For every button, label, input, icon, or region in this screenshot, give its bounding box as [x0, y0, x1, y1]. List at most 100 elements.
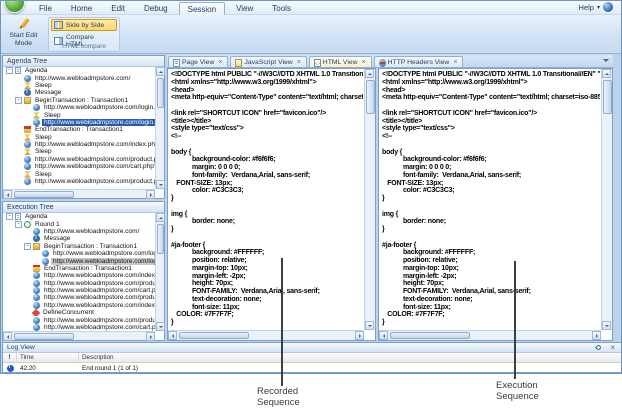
agenda-tree[interactable]: -Agendahttp://www.webloadmpstore.com/Sle…	[3, 67, 155, 189]
tree-item[interactable]: -Agenda	[3, 213, 155, 220]
tree-item[interactable]: http://www.webloadmpstore.com/cart.php	[3, 324, 155, 331]
tab-page-view[interactable]: Page View ×	[168, 56, 228, 67]
scroll-down-icon[interactable]	[156, 180, 165, 189]
tree-item[interactable]: -BeginTransaction : Transaction1	[3, 97, 155, 104]
tree-item[interactable]: -Agenda	[3, 67, 155, 74]
vertical-scrollbar[interactable]	[601, 69, 612, 330]
collapse-icon[interactable]: -	[6, 213, 13, 220]
execution-tree[interactable]: -Agenda-Round 1http://www.webloadmpstore…	[3, 213, 155, 331]
scrollbar-thumb[interactable]	[157, 224, 164, 254]
tree-item[interactable]: Sleep	[3, 134, 155, 141]
horizontal-scrollbar[interactable]	[3, 331, 155, 340]
help-icon[interactable]	[603, 2, 613, 12]
horizontal-scrollbar[interactable]	[168, 330, 364, 340]
scrollbar-thumb[interactable]	[14, 333, 74, 340]
tree-item[interactable]: Message	[3, 235, 155, 242]
execution-html-pane[interactable]: <!DOCTYPE html PUBLIC "-//W3C//DTD XHTML…	[378, 68, 613, 341]
tree-item[interactable]: http://www.webloadmpstore.com/login.p	[3, 250, 155, 257]
collapse-icon[interactable]: -	[6, 67, 13, 74]
tree-item[interactable]: http://www.webloadmpstore.com/cart.php?e…	[3, 163, 155, 170]
scroll-left-icon[interactable]	[168, 331, 177, 340]
horizontal-scrollbar[interactable]	[3, 189, 155, 198]
tree-item[interactable]: Sleep	[3, 111, 155, 118]
menu-tab-file[interactable]: File	[31, 2, 60, 15]
tree-item[interactable]: EndTransaction : Transaction1	[3, 265, 155, 272]
tree-item[interactable]: Message	[3, 89, 155, 96]
tree-item[interactable]: http://www.webloadmpstore.com/index.php	[3, 141, 155, 148]
vertical-scrollbar[interactable]	[155, 213, 164, 331]
menu-tab-tools[interactable]: Tools	[264, 2, 299, 15]
vertical-scrollbar[interactable]	[364, 69, 375, 330]
scrollbar-thumb[interactable]	[366, 80, 375, 114]
tree-item[interactable]: http://www.webloadmpstore.com/login.php	[3, 104, 155, 111]
close-icon[interactable]: ×	[610, 343, 615, 352]
menu-tab-session[interactable]: Session	[179, 2, 225, 15]
scroll-down-icon[interactable]	[156, 322, 165, 331]
tree-item[interactable]: http://www.webloadmpstore.com/cart.php	[3, 287, 155, 294]
scroll-left-icon[interactable]	[379, 331, 388, 340]
scroll-down-icon[interactable]	[602, 321, 611, 330]
tree-item[interactable]: http://www.webloadmpstore.com/product.ph…	[3, 294, 155, 301]
menu-tab-edit[interactable]: Edit	[103, 2, 133, 15]
tree-item[interactable]: http://www.webloadmpstore.com/login.php	[3, 119, 155, 126]
tab-html-view[interactable]: HTML View ×	[309, 56, 372, 67]
tree-item[interactable]: Sleep	[3, 148, 155, 155]
pin-icon[interactable]	[595, 344, 602, 351]
vertical-scrollbar[interactable]	[155, 67, 164, 189]
close-tab-icon[interactable]: ×	[362, 60, 366, 66]
scroll-right-icon[interactable]	[592, 331, 601, 340]
log-row[interactable]: 42.20 End round 1 (1 of 1)	[3, 363, 621, 373]
scroll-left-icon[interactable]	[3, 332, 12, 341]
tree-item[interactable]: -BeginTransaction : Transaction1	[3, 243, 155, 250]
tab-list-dropdown-icon[interactable]	[603, 59, 609, 65]
start-edit-mode-button[interactable]: Start Edit Mode	[3, 17, 44, 52]
tree-item[interactable]: http://www.webloadmpstore.com/index.php	[3, 302, 155, 309]
tree-item[interactable]: Sleep	[3, 170, 155, 177]
scroll-right-icon[interactable]	[355, 331, 364, 340]
collapse-icon[interactable]: -	[15, 97, 22, 104]
scroll-right-icon[interactable]	[146, 332, 155, 341]
column-severity[interactable]: !	[3, 353, 17, 363]
close-tab-icon[interactable]: ×	[297, 60, 301, 66]
scroll-up-icon[interactable]	[602, 69, 611, 78]
scrollbar-thumb[interactable]	[390, 332, 470, 339]
scroll-up-icon[interactable]	[365, 69, 374, 78]
close-tab-icon[interactable]: ×	[218, 60, 222, 66]
scrollbar-thumb[interactable]	[179, 332, 249, 339]
tree-item[interactable]: http://www.webloadmpstore.com/product.ph…	[3, 316, 155, 323]
menu-tab-home[interactable]: Home	[63, 2, 100, 15]
tree-item[interactable]: DefineConcurrent	[3, 309, 155, 316]
menu-tab-debug[interactable]: Debug	[136, 2, 176, 15]
scrollbar-thumb[interactable]	[14, 191, 74, 198]
tree-item[interactable]: http://www.webloadmpstore.com/	[3, 228, 155, 235]
scrollbar-thumb[interactable]	[157, 78, 164, 108]
tree-item[interactable]: http://www.webloadmpstore.com/product.ph…	[3, 156, 155, 163]
tree-item[interactable]: http://www.webloadmpstore.com/index.php	[3, 272, 155, 279]
tree-item[interactable]: EndTransaction : Transaction1	[3, 126, 155, 133]
scrollbar-thumb[interactable]	[603, 80, 612, 114]
tree-item[interactable]: http://www.webloadmpstore.com/	[3, 74, 155, 81]
application-orb-button[interactable]	[4, 0, 25, 13]
scroll-up-icon[interactable]	[156, 67, 165, 76]
scroll-up-icon[interactable]	[156, 213, 165, 222]
collapse-icon[interactable]: -	[15, 221, 22, 228]
horizontal-scrollbar[interactable]	[379, 330, 601, 340]
collapse-icon[interactable]: -	[24, 243, 31, 250]
tab-javascript-view[interactable]: JavaScript View ×	[230, 56, 306, 67]
tree-item[interactable]: http://www.webloadmpstore.com/product.ph…	[3, 280, 155, 287]
column-description[interactable]: Description	[79, 353, 621, 363]
side-by-side-button[interactable]: Side by Side	[51, 19, 117, 31]
scroll-down-icon[interactable]	[365, 321, 374, 330]
menu-tab-view[interactable]: View	[228, 2, 261, 15]
tab-http-headers-view[interactable]: HTTP Headers View ×	[374, 56, 464, 67]
help-menu[interactable]: Help ▾	[579, 2, 613, 12]
tree-item[interactable]: http://www.webloadmpstore.com/login.p	[3, 257, 155, 264]
scroll-left-icon[interactable]	[3, 190, 12, 199]
tree-item[interactable]: Sleep	[3, 82, 155, 89]
recorded-html-pane[interactable]: <!DOCTYPE html PUBLIC "-//W3C//DTD XHTML…	[167, 68, 376, 341]
scroll-right-icon[interactable]	[146, 190, 155, 199]
column-time[interactable]: Time	[17, 353, 79, 363]
tree-item[interactable]: -Round 1	[3, 220, 155, 227]
tree-item[interactable]: http://www.webloadmpstore.com/product.ph…	[3, 178, 155, 185]
close-tab-icon[interactable]: ×	[453, 60, 457, 66]
